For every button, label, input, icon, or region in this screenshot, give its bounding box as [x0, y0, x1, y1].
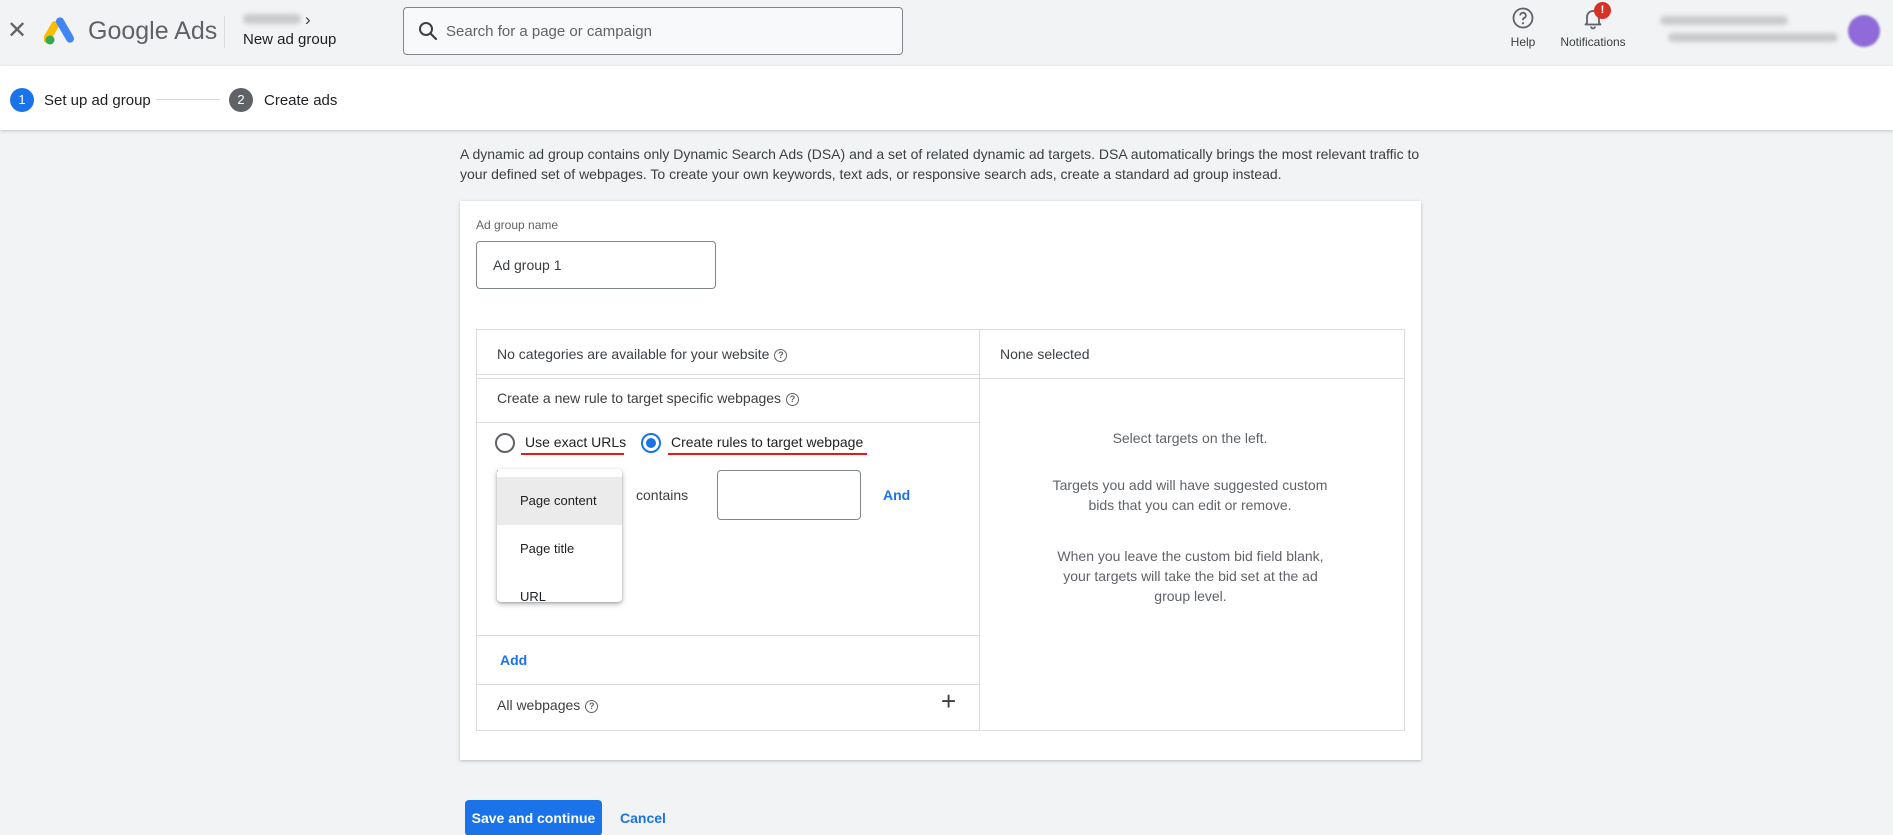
categories-row: No categories are available for your web…: [497, 346, 788, 362]
all-webpages-row: All webpages?: [497, 697, 599, 713]
google-ads-logo: [44, 17, 74, 45]
save-and-continue-button[interactable]: Save and continue: [465, 800, 602, 835]
top-bar: ✕ Google Ads › New ad group Help ! Notif…: [0, 0, 1893, 66]
selected-hint-2: Targets you add will have suggested cust…: [1052, 477, 1328, 513]
avatar[interactable]: [1848, 15, 1880, 47]
dropdown-option-page-title[interactable]: Page title: [497, 525, 622, 573]
rule-type-dropdown: Page content Page title URL: [497, 469, 622, 604]
new-rule-row: Create a new rule to target specific web…: [497, 390, 800, 406]
targets-left-column: No categories are available for your web…: [477, 330, 980, 730]
search-input[interactable]: [446, 18, 886, 44]
ad-group-card: Ad group name No categories are availabl…: [460, 201, 1421, 760]
brand-divider: [224, 16, 225, 48]
chevron-right-icon[interactable]: ›: [305, 10, 311, 30]
help-circle-icon[interactable]: ?: [585, 700, 599, 713]
target-rules-radio[interactable]: [641, 433, 661, 453]
divider: [477, 422, 980, 423]
divider: [980, 378, 1404, 379]
ad-group-name-input[interactable]: [476, 241, 716, 289]
step-2-number[interactable]: 2: [229, 88, 253, 112]
exact-urls-label[interactable]: Use exact URLs: [525, 434, 626, 450]
search-icon: [419, 22, 438, 41]
search-box[interactable]: [403, 7, 903, 55]
page-title: New ad group: [243, 31, 337, 48]
ad-group-name-label: Ad group name: [476, 218, 559, 232]
help-icon: [1512, 7, 1534, 29]
stepper: 1 Set up ad group 2 Create ads: [0, 66, 1893, 130]
divider: [477, 684, 980, 685]
divider: [477, 635, 980, 636]
step-1-number[interactable]: 1: [10, 88, 34, 112]
user-name-redacted: [1660, 16, 1788, 25]
selected-title: None selected: [1000, 346, 1090, 362]
help-button[interactable]: Help: [1498, 6, 1548, 49]
rule-value-input[interactable]: [717, 470, 861, 520]
step-connector: [156, 99, 220, 100]
dropdown-option-url[interactable]: URL: [497, 573, 622, 621]
dropdown-option-page-content[interactable]: Page content: [497, 477, 622, 525]
plus-icon[interactable]: +: [941, 688, 956, 714]
cancel-link[interactable]: Cancel: [620, 810, 666, 826]
help-circle-icon[interactable]: ?: [774, 349, 788, 362]
account-name-redacted[interactable]: [243, 14, 301, 24]
new-rule-text: Create a new rule to target specific web…: [497, 390, 782, 406]
help-circle-icon[interactable]: ?: [786, 393, 800, 406]
annotation-underline: [521, 453, 624, 455]
operator-label[interactable]: contains: [636, 487, 688, 503]
help-label: Help: [1510, 35, 1536, 49]
and-link[interactable]: And: [883, 487, 910, 503]
add-rule-link[interactable]: Add: [500, 652, 527, 668]
target-rules-label[interactable]: Create rules to target webpage: [671, 434, 863, 450]
targets-panel: No categories are available for your web…: [476, 329, 1405, 731]
selected-hint-1: Select targets on the left.: [1112, 430, 1268, 446]
selected-targets-column: None selected Select targets on the left…: [980, 330, 1404, 730]
brand-name: Google Ads: [88, 17, 218, 45]
dsa-description: A dynamic ad group contains only Dynamic…: [460, 146, 1420, 182]
user-email-redacted: [1668, 33, 1838, 42]
notification-badge: !: [1594, 2, 1611, 19]
all-webpages-label: All webpages: [497, 697, 581, 713]
divider: [477, 378, 980, 379]
notifications-label: Notifications: [1560, 35, 1626, 49]
divider: [477, 374, 980, 375]
step-2-label[interactable]: Create ads: [264, 92, 337, 109]
close-icon[interactable]: ✕: [7, 19, 27, 43]
step-1-label[interactable]: Set up ad group: [44, 92, 151, 109]
categories-text: No categories are available for your web…: [497, 346, 770, 362]
exact-urls-radio[interactable]: [495, 433, 515, 453]
selected-hint-3: When you leave the custom bid field blan…: [1057, 548, 1324, 604]
annotation-underline: [668, 453, 867, 455]
notifications-button[interactable]: ! Notifications: [1553, 2, 1633, 49]
